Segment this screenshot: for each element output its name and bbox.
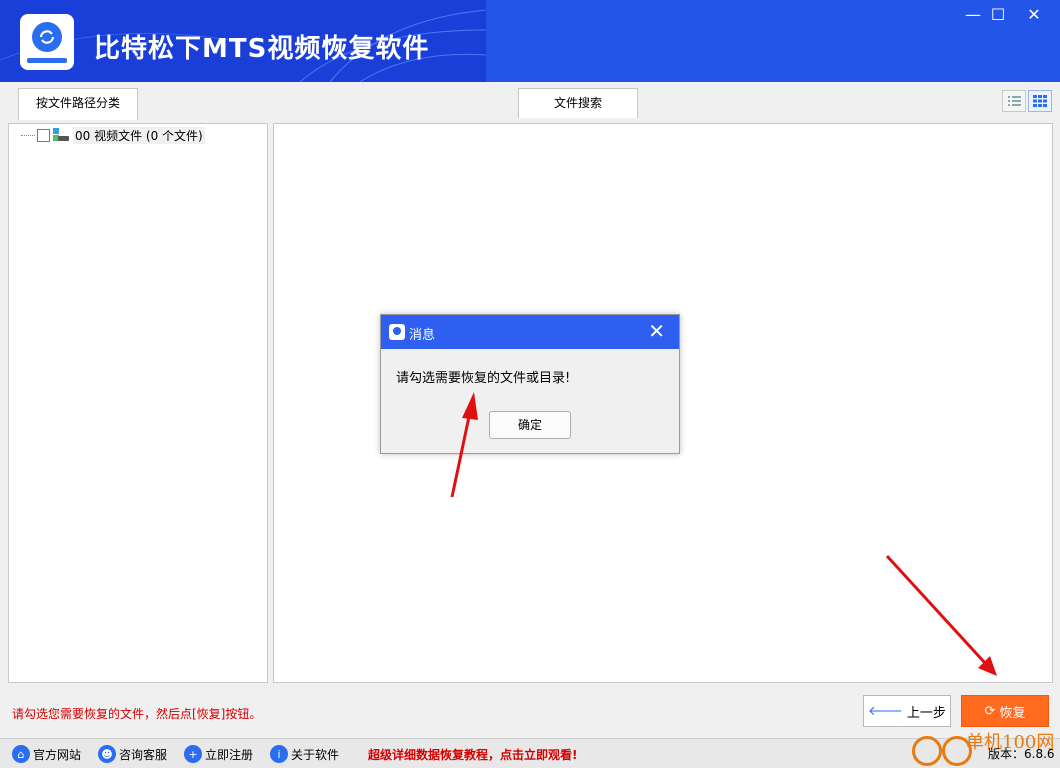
restore-button[interactable]: ⟳ 恢复 (961, 695, 1049, 727)
official-site-link[interactable]: ⌂ 官方网站 (12, 743, 81, 765)
version-label: 版本：6.8.6 (988, 747, 1055, 761)
title-bar: 比特松下MTS视频恢复软件 — ☐ ✕ (0, 0, 1060, 82)
about-link[interactable]: i 关于软件 (270, 743, 339, 765)
instruction-hint: 请勾选您需要恢复的文件，然后点[恢复]按钮。 (12, 707, 262, 721)
app-title: 比特松下MTS视频恢复软件 (94, 34, 430, 64)
previous-step-label: 上一步 (906, 705, 946, 721)
restore-label: 恢复 (999, 705, 1026, 721)
dialog-message: 请勾选需要恢复的文件或目录! (396, 371, 571, 386)
tree-item-label: 00 视频文件 (0 个文件) (73, 126, 205, 144)
tree-item[interactable]: 00 视频文件 (0 个文件) (21, 126, 205, 144)
app-small-icon (389, 324, 405, 340)
official-site-label: 官方网站 (33, 747, 82, 762)
previous-step-button[interactable]: 🡐 上一步 (863, 695, 951, 727)
app-window: 比特松下MTS视频恢复软件 — ☐ ✕ 按文件路径分类 文件搜索 00 视频文件… (0, 0, 1060, 768)
info-icon: i (270, 745, 288, 763)
tab-file-path[interactable]: 按文件路径分类 (18, 88, 138, 120)
maximize-button[interactable]: ☐ (983, 4, 1013, 26)
customer-service-label: 咨询客服 (119, 747, 168, 762)
ok-button[interactable]: 确定 (489, 411, 571, 439)
tab-file-search[interactable]: 文件搜索 (518, 88, 638, 118)
dialog-title-bar: 消息 ✕ (381, 315, 679, 349)
folder-tree-panel: 00 视频文件 (0 个文件) (8, 123, 268, 683)
dialog-title: 消息 (409, 328, 436, 343)
dialog-close-icon[interactable]: ✕ (648, 319, 665, 343)
grid-view-icon[interactable] (1028, 90, 1052, 112)
about-label: 关于软件 (291, 747, 340, 762)
home-icon: ⌂ (12, 745, 30, 763)
register-link[interactable]: + 立即注册 (184, 743, 253, 765)
register-label: 立即注册 (205, 747, 254, 762)
support-icon: ☻ (98, 745, 116, 763)
tree-connector (21, 134, 35, 136)
video-folder-icon (53, 128, 69, 142)
arrow-left-icon: 🡐 (868, 704, 903, 719)
tutorial-link[interactable]: 超级详细数据恢复教程，点击立即观看! (368, 746, 577, 763)
app-logo (20, 14, 74, 70)
refresh-icon: ⟳ (984, 703, 996, 719)
close-button[interactable]: ✕ (1019, 4, 1049, 26)
watermark-plus-icon (912, 736, 942, 766)
customer-service-link[interactable]: ☻ 咨询客服 (98, 743, 167, 765)
tree-item-checkbox[interactable] (37, 128, 50, 142)
message-dialog: 消息 ✕ 请勾选需要恢复的文件或目录! 确定 (380, 314, 680, 454)
list-view-icon[interactable] (1002, 90, 1026, 112)
user-add-icon: + (184, 745, 202, 763)
